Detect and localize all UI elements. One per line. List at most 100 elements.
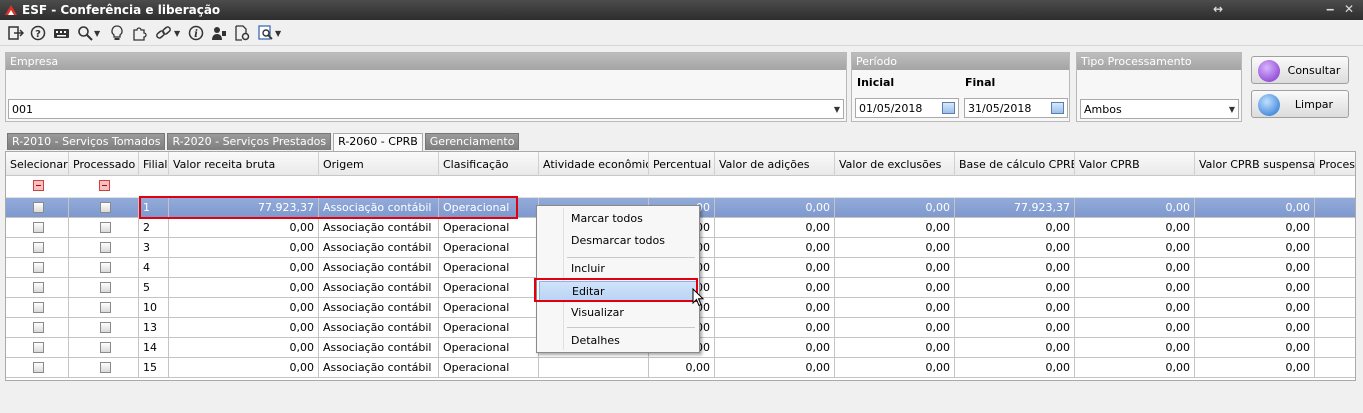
- col-exclusoes[interactable]: Valor de exclusões: [835, 152, 955, 176]
- title-bar: ESF - Conferência e liberação ↔ ‒ ✕: [0, 0, 1363, 20]
- table-cell-adicoes: 0,00: [715, 258, 835, 278]
- filter-processado-checkbox[interactable]: [99, 180, 110, 191]
- selecionar-checkbox[interactable]: [33, 362, 44, 373]
- col-processamento[interactable]: Proces: [1315, 152, 1355, 176]
- table-cell-suspensa: 0,00: [1195, 238, 1315, 258]
- table-cell-adicoes: 0,00: [715, 358, 835, 378]
- exit-icon[interactable]: [8, 24, 24, 42]
- table-cell-origem: Associação contábil: [319, 238, 439, 258]
- table-cell-receita: 0,00: [169, 318, 319, 338]
- data-final-field[interactable]: 31/05/2018: [964, 98, 1068, 118]
- selecionar-checkbox[interactable]: [33, 342, 44, 353]
- help-icon[interactable]: ?: [30, 24, 46, 42]
- tab-r2060[interactable]: R-2060 - CPRB: [333, 133, 423, 151]
- menu-incluir[interactable]: Incluir: [539, 259, 697, 279]
- table-cell-base: 0,00: [955, 278, 1075, 298]
- menu-detalhes[interactable]: Detalhes: [539, 331, 697, 351]
- selecionar-checkbox[interactable]: [33, 262, 44, 273]
- tab-r2020[interactable]: R-2020 - Serviços Prestados: [167, 133, 332, 150]
- col-origem[interactable]: Origem: [319, 152, 439, 176]
- empresa-select[interactable]: 001 ▼: [8, 99, 844, 119]
- table-cell-origem: Associação contábil: [319, 298, 439, 318]
- link-icon[interactable]: ▼: [155, 24, 180, 42]
- selecionar-cell: [6, 358, 69, 378]
- consultar-button[interactable]: Consultar: [1251, 56, 1349, 84]
- report-icon[interactable]: ▼: [258, 24, 281, 42]
- table-cell-cprb: 0,00: [1075, 198, 1195, 218]
- data-inicial-field[interactable]: 01/05/2018: [855, 98, 959, 118]
- clear-icon: [1258, 94, 1280, 116]
- info-icon[interactable]: i: [188, 24, 204, 42]
- user-icon[interactable]: [211, 24, 227, 42]
- table-cell-exclusoes: 0,00: [835, 218, 955, 238]
- close-icon[interactable]: ✕: [1344, 2, 1354, 16]
- col-valor-cprb[interactable]: Valor CPRB: [1075, 152, 1195, 176]
- tab-r2010[interactable]: R-2010 - Serviços Tomados: [7, 133, 166, 150]
- limpar-button[interactable]: Limpar: [1251, 90, 1349, 118]
- col-valor-receita[interactable]: Valor receita bruta: [169, 152, 319, 176]
- table-cell-cprb: 0,00: [1075, 338, 1195, 358]
- table-cell-cprb: 0,00: [1075, 298, 1195, 318]
- processado-checkbox[interactable]: [100, 342, 111, 353]
- col-selecionar[interactable]: Selecionar: [6, 152, 69, 176]
- periodo-group: Período Inicial Final 01/05/2018 31/05/2…: [851, 52, 1070, 122]
- selecionar-cell: [6, 298, 69, 318]
- tipo-processamento-select[interactable]: Ambos ▼: [1080, 99, 1239, 119]
- col-percentual[interactable]: Percentual: [649, 152, 715, 176]
- zoom-icon[interactable]: ▼: [77, 24, 100, 42]
- table-cell-filial: 3: [139, 238, 169, 258]
- table-cell-adicoes: 0,00: [715, 338, 835, 358]
- col-filial[interactable]: Filial: [139, 152, 169, 176]
- table-cell-origem: Associação contábil: [319, 278, 439, 298]
- selecionar-cell: [6, 218, 69, 238]
- lightbulb-icon[interactable]: [110, 24, 124, 42]
- table-cell-filial: 5: [139, 278, 169, 298]
- processado-checkbox[interactable]: [100, 262, 111, 273]
- processado-checkbox[interactable]: [100, 242, 111, 253]
- selecionar-checkbox[interactable]: [33, 222, 44, 233]
- restore-icon[interactable]: ↔: [1213, 2, 1223, 16]
- processado-checkbox[interactable]: [100, 302, 111, 313]
- table-cell-receita: 0,00: [169, 258, 319, 278]
- selecionar-checkbox[interactable]: [33, 282, 44, 293]
- table-cell: [1315, 218, 1355, 238]
- processado-cell: [69, 298, 139, 318]
- table-cell-base: 0,00: [955, 238, 1075, 258]
- menu-marcar-todos[interactable]: Marcar todos: [539, 209, 697, 229]
- processado-checkbox[interactable]: [100, 282, 111, 293]
- processado-checkbox[interactable]: [100, 222, 111, 233]
- table-row[interactable]: 15 0,00 Associação contábil Operacional 0,00…: [6, 358, 1355, 378]
- col-clasificacao[interactable]: Clasificação: [439, 152, 539, 176]
- selecionar-checkbox[interactable]: [33, 202, 44, 213]
- table-cell-filial: 2: [139, 218, 169, 238]
- calendar-icon[interactable]: [942, 102, 955, 114]
- empresa-group: Empresa 001 ▼: [5, 52, 847, 122]
- selecionar-checkbox[interactable]: [33, 322, 44, 333]
- table-cell-cprb: 0,00: [1075, 278, 1195, 298]
- processado-checkbox[interactable]: [100, 362, 111, 373]
- puzzle-icon[interactable]: [131, 24, 147, 42]
- keyboard-icon[interactable]: [53, 24, 70, 42]
- col-atividade[interactable]: Atividade econômica: [539, 152, 649, 176]
- selecionar-checkbox[interactable]: [33, 302, 44, 313]
- tab-gerenciamento[interactable]: Gerenciamento: [424, 133, 520, 150]
- table-cell-filial: 13: [139, 318, 169, 338]
- filter-selecionar-checkbox[interactable]: [33, 180, 44, 191]
- page-settings-icon[interactable]: [234, 24, 250, 42]
- menu-visualizar[interactable]: Visualizar: [539, 303, 697, 323]
- processado-checkbox[interactable]: [100, 202, 111, 213]
- calendar-icon[interactable]: [1051, 102, 1064, 114]
- tipo-processamento-value: Ambos: [1084, 103, 1122, 116]
- col-processado[interactable]: Processado: [69, 152, 139, 176]
- menu-desmarcar-todos[interactable]: Desmarcar todos: [539, 231, 697, 251]
- selecionar-cell: [6, 238, 69, 258]
- col-base-calculo[interactable]: Base de cálculo CPRB: [955, 152, 1075, 176]
- selecionar-checkbox[interactable]: [33, 242, 44, 253]
- table-cell-suspensa: 0,00: [1195, 318, 1315, 338]
- menu-highlight-box: [534, 278, 698, 302]
- minimize-icon[interactable]: ‒: [1326, 2, 1334, 16]
- col-adicoes[interactable]: Valor de adições: [715, 152, 835, 176]
- col-cprb-suspensa[interactable]: Valor CPRB suspensa: [1195, 152, 1315, 176]
- table-cell-suspensa: 0,00: [1195, 298, 1315, 318]
- processado-checkbox[interactable]: [100, 322, 111, 333]
